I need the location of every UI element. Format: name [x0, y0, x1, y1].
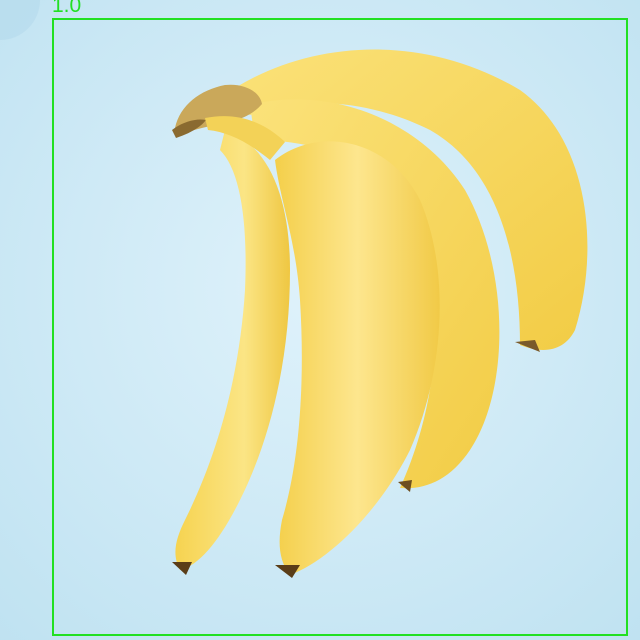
photo-scene: 1.0: [0, 0, 640, 640]
detection-score-label: 1.0: [52, 0, 82, 17]
detection-box: [52, 18, 628, 636]
